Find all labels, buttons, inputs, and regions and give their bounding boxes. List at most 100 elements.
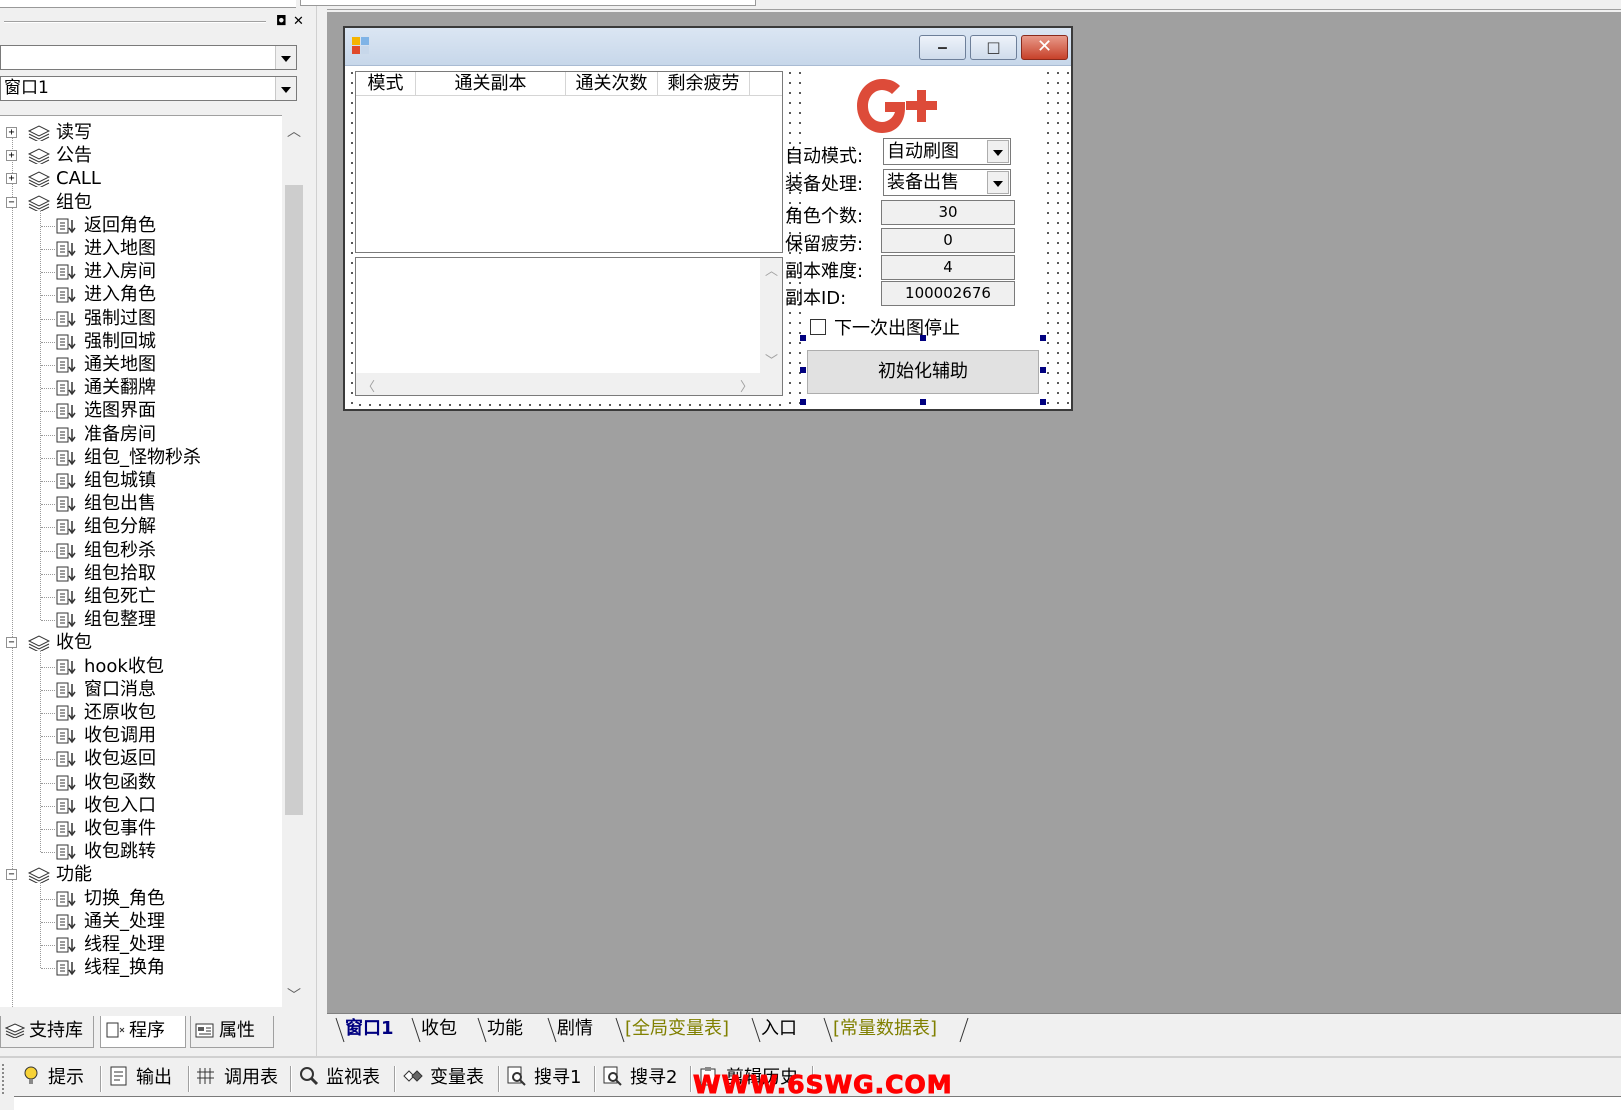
column-mode[interactable]: 模式 [356,72,416,96]
dungeon-id-field[interactable]: 100002676 [881,281,1015,306]
output-button[interactable]: 输出 [108,1064,172,1094]
minimize-button[interactable]: ‒ [919,35,966,60]
design-tab[interactable]: 入口 [761,1016,797,1044]
tree-connector [41,295,55,297]
toolbar-separator [188,1066,190,1092]
collapse-icon[interactable]: − [6,869,17,881]
tree-item-label: 线程_换角 [84,957,165,979]
watch-table-button[interactable]: 监视表 [298,1064,380,1094]
program-tree[interactable]: + 读写 + 公告 + CALL − 组包 返回角色 进入地图 进入房间 进入角色 强制过图 强制回城 通关… [0,115,306,1007]
left-panel: ◘ ✕ 窗口1 + 读写 + 公告 + CALL − 组包 返回角色 进入地图 进入房间 进入角色 强制… [0,0,316,1056]
toolbar-grip[interactable] [2,1064,8,1094]
difficulty-field[interactable]: 4 [881,255,1015,280]
auto-mode-select[interactable]: 自动刷图 [883,138,1011,165]
variable-table-button[interactable]: 变量表 [402,1064,484,1094]
equip-select[interactable]: 装备出售 [883,169,1011,196]
scroll-right-icon[interactable]: 〉 [740,376,753,395]
scroll-thumb[interactable] [285,185,303,815]
chevron-down-icon[interactable] [275,77,296,100]
keep-fatigue-field[interactable]: 0 [881,228,1015,253]
designed-window[interactable]: ‒ □ ✕ 模式 通关副本 通关次数 剩余疲劳 ︿ ﹀ 〈 〉 自动模式: 自动… [343,26,1073,411]
tree-item-label: 组包整理 [84,609,156,631]
selection-handle[interactable] [1040,367,1046,373]
tree-scrollbar[interactable]: ︿ ﹀ [282,115,306,1007]
design-tab[interactable]: [全局变量表] [625,1016,729,1044]
selection-handle[interactable] [920,335,926,341]
selection-handle[interactable] [800,335,806,341]
selection-handle[interactable] [800,399,806,405]
selection-handle[interactable] [920,399,926,405]
stop-next-checkbox[interactable] [810,319,826,335]
tree-connector [41,782,55,784]
output-icon [110,1066,127,1086]
object-combo[interactable] [0,45,297,70]
chevron-down-icon[interactable] [987,140,1009,163]
panel-splitter[interactable] [316,0,327,1056]
hint-icon [24,1066,38,1084]
collapse-icon[interactable]: − [6,196,17,208]
dungeon-listview[interactable]: 模式 通关副本 通关次数 剩余疲劳 [355,71,783,253]
close-button[interactable]: ✕ [1021,35,1068,60]
scroll-left-icon[interactable]: 〈 [362,376,375,395]
tree-connector [41,805,55,807]
tree-group-label: 组包 [56,191,92,213]
expand-icon[interactable]: + [6,127,17,138]
float-icon[interactable]: ◘ [274,15,289,30]
log-editbox[interactable]: ︿ ﹀ 〈 〉 [355,257,783,396]
watermark-text: WWW.6SWG.COM [693,1070,953,1100]
tree-connector [41,481,55,482]
tree-item-label: 收包函数 [84,771,156,793]
tree-item-label: 通关地图 [84,354,156,375]
design-tab[interactable]: 收包 [421,1016,457,1044]
search2-label: 搜寻2 [630,1067,678,1088]
tree-item-label: 进入地图 [84,238,156,259]
selection-handle[interactable] [800,367,806,373]
chevron-down-icon[interactable] [987,171,1009,194]
design-tab-bar: 窗口1 收包 功能 剧情 [全局变量表] 入口 [常量数据表] [327,1013,1621,1049]
design-tab[interactable]: 剧情 [557,1016,593,1044]
close-icon[interactable]: ✕ [291,15,306,30]
role-count-field[interactable]: 30 [881,200,1015,225]
window-titlebar: ‒ □ ✕ [345,28,1071,66]
tab-support-library[interactable]: 支持库 [0,1016,94,1048]
scroll-down-icon[interactable]: ﹀ [286,985,302,1004]
panel-grip[interactable] [4,21,266,23]
call-table-button[interactable]: 调用表 [196,1064,278,1094]
tab-separator [411,1016,421,1044]
toolbar-separator [594,1066,596,1092]
editbox-hscroll[interactable]: 〈 〉 [356,373,760,395]
design-tab[interactable]: [常量数据表] [833,1016,937,1044]
tree-connector [41,504,55,506]
search2-button[interactable]: 搜寻2 [602,1064,677,1094]
collapse-icon[interactable]: − [6,637,17,649]
expand-icon[interactable]: + [6,173,17,185]
search1-button[interactable]: 搜寻1 [506,1064,581,1094]
tree-item-label: 准备房间 [84,423,156,445]
toolbar-separator [690,1066,692,1092]
maximize-button[interactable]: □ [970,35,1017,60]
tab-program[interactable]: 程序 [100,1016,186,1048]
editbox-vscroll[interactable]: ︿ ﹀ [760,258,782,373]
window-combo[interactable]: 窗口1 [0,76,297,101]
selection-handle[interactable] [1040,335,1046,341]
design-tab[interactable]: 功能 [487,1016,523,1044]
scroll-down-icon[interactable]: ﹀ [765,350,778,369]
scroll-up-icon[interactable]: ︿ [286,121,302,140]
init-helper-button[interactable]: 初始化辅助 [807,350,1039,394]
chevron-down-icon[interactable] [275,46,296,69]
design-tab[interactable]: 窗口1 [345,1016,394,1044]
expand-icon[interactable]: + [6,150,17,162]
tree-item-label: 组包拾取 [84,562,156,584]
tree-item-label: 强制过图 [84,307,156,329]
scroll-up-icon[interactable]: ︿ [765,260,778,279]
watch-table-label: 监视表 [326,1067,380,1088]
stop-next-label: 下一次出图停止 [834,318,960,339]
tip-button[interactable]: 提示 [20,1064,84,1094]
selection-handle[interactable] [1040,399,1046,405]
tree-group-label: CALL [56,168,101,190]
tab-properties[interactable]: 属性 [190,1016,274,1048]
column-remaining-fatigue[interactable]: 剩余疲劳 [658,72,750,96]
column-clear-count[interactable]: 通关次数 [566,72,658,96]
output-text-area[interactable] [14,1096,1621,1110]
column-dungeon[interactable]: 通关副本 [416,72,566,96]
